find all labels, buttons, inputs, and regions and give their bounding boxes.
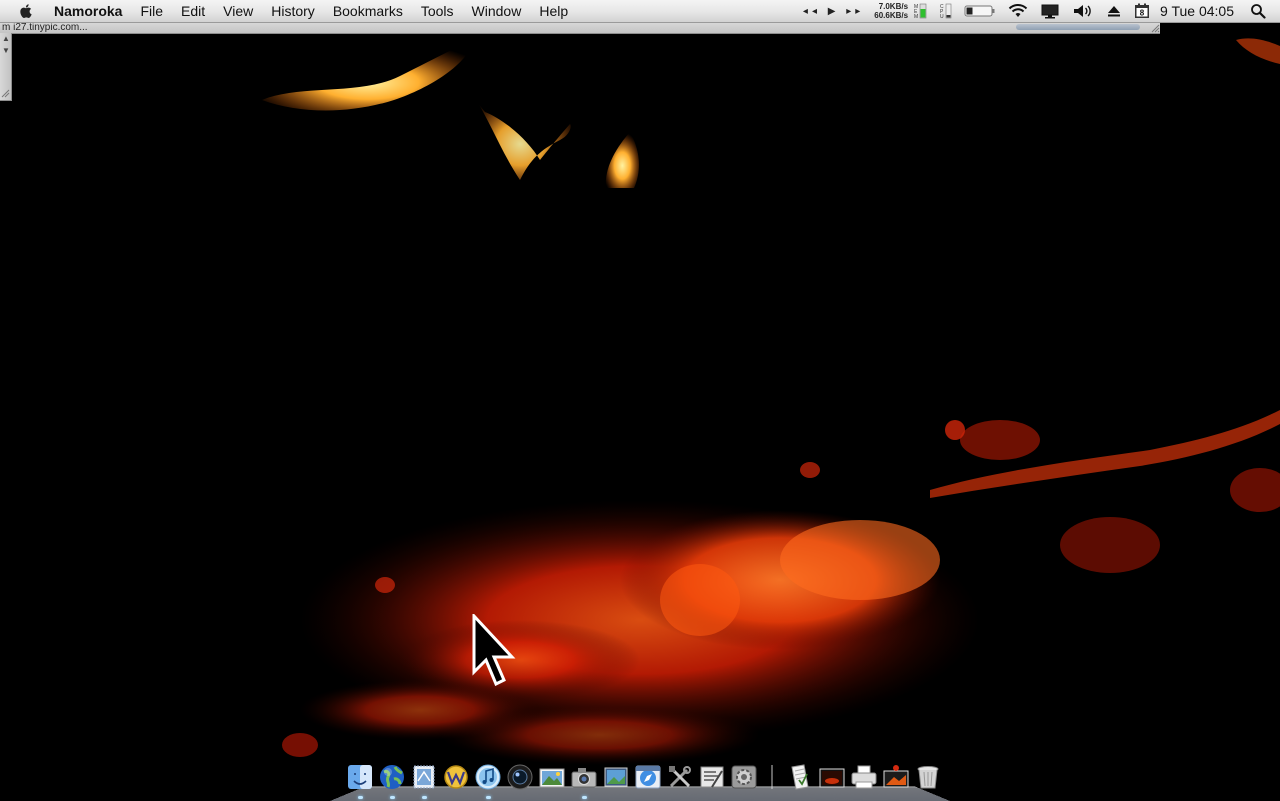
- running-indicator: [358, 796, 363, 799]
- menu-clock[interactable]: 9 Tue 04:05: [1160, 3, 1234, 19]
- running-indicator: [582, 796, 587, 799]
- downloads-stack-icon[interactable]: [882, 763, 910, 791]
- scroll-down-icon[interactable]: ▼: [2, 47, 10, 55]
- calendar-badge: 8: [1140, 9, 1145, 18]
- menu-view[interactable]: View: [214, 0, 262, 22]
- svg-text:U: U: [940, 14, 944, 20]
- spotlight-icon[interactable]: [1250, 0, 1266, 22]
- volume-icon[interactable]: [1072, 0, 1094, 22]
- battery-icon[interactable]: [964, 0, 996, 22]
- apple-icon[interactable]: [19, 3, 35, 19]
- system-preferences-icon[interactable]: [730, 763, 758, 791]
- menu-extras: ◂◂ ▶ ▸▸ 7.0KB/s 60.6KB/s M E M C P U 8 9…: [797, 0, 1280, 22]
- memory-meter-icon[interactable]: M E M: [914, 0, 928, 22]
- menu-bookmarks[interactable]: Bookmarks: [324, 0, 412, 22]
- itunes-icon[interactable]: [474, 763, 502, 799]
- trash-icon[interactable]: [914, 763, 942, 791]
- mouse-cursor-icon: [472, 614, 516, 686]
- menu-edit[interactable]: Edit: [172, 0, 214, 22]
- wifi-icon[interactable]: [1008, 0, 1028, 22]
- dock: [344, 757, 944, 799]
- net-down-rate: 60.6KB/s: [874, 11, 909, 20]
- resize-grip-icon[interactable]: [1150, 22, 1160, 33]
- loading-progress-bar: [1016, 24, 1140, 30]
- browser-status-bar: m i27.tinypic.com...: [0, 22, 1160, 34]
- menu-bar: Namoroka File Edit View History Bookmark…: [0, 0, 1280, 23]
- net-up-rate: 7.0KB/s: [878, 2, 909, 11]
- running-indicator: [390, 796, 395, 799]
- cpu-meter-icon[interactable]: C P U: [940, 0, 952, 22]
- folder-stack-icon[interactable]: [818, 763, 846, 791]
- utilities-tools-icon[interactable]: [666, 763, 694, 791]
- menu-help[interactable]: Help: [530, 0, 577, 22]
- menu-history[interactable]: History: [262, 0, 324, 22]
- preview-photos-icon[interactable]: [602, 763, 630, 791]
- photo-booth-lens-icon[interactable]: [506, 763, 534, 791]
- safari-icon[interactable]: [634, 763, 662, 791]
- network-speed[interactable]: 7.0KB/s 60.6KB/s: [874, 2, 908, 20]
- documents-stack-icon[interactable]: [786, 763, 814, 791]
- display-icon[interactable]: [1040, 0, 1060, 22]
- iphoto-icon[interactable]: [538, 763, 566, 791]
- svg-text:M: M: [914, 14, 918, 20]
- menu-tools[interactable]: Tools: [412, 0, 463, 22]
- camera-icon[interactable]: [570, 763, 598, 799]
- globe-browser-icon[interactable]: [378, 763, 406, 799]
- scroll-up-icon[interactable]: ▲: [2, 35, 10, 43]
- finder-icon[interactable]: [346, 763, 374, 799]
- media-controls-icon[interactable]: ◂◂ ▶ ▸▸: [803, 0, 864, 22]
- window-scrollbar[interactable]: ▲ ▼: [0, 33, 12, 101]
- printer-icon[interactable]: [850, 763, 878, 791]
- app-menu[interactable]: Namoroka: [45, 0, 131, 22]
- wallet-w-icon[interactable]: [442, 763, 470, 791]
- mail-stamp-icon[interactable]: [410, 763, 438, 799]
- fire-wallpaper: [0, 0, 1280, 800]
- running-indicator: [486, 796, 491, 799]
- resize-grip-icon[interactable]: [1, 89, 10, 98]
- menu-window[interactable]: Window: [463, 0, 531, 22]
- calendar-icon[interactable]: 8: [1134, 0, 1150, 22]
- dock-separator: [771, 765, 773, 789]
- script-editor-icon[interactable]: [698, 763, 726, 791]
- eject-icon[interactable]: [1106, 0, 1122, 22]
- menu-file[interactable]: File: [131, 0, 172, 22]
- running-indicator: [422, 796, 427, 799]
- status-text: m i27.tinypic.com...: [2, 22, 88, 33]
